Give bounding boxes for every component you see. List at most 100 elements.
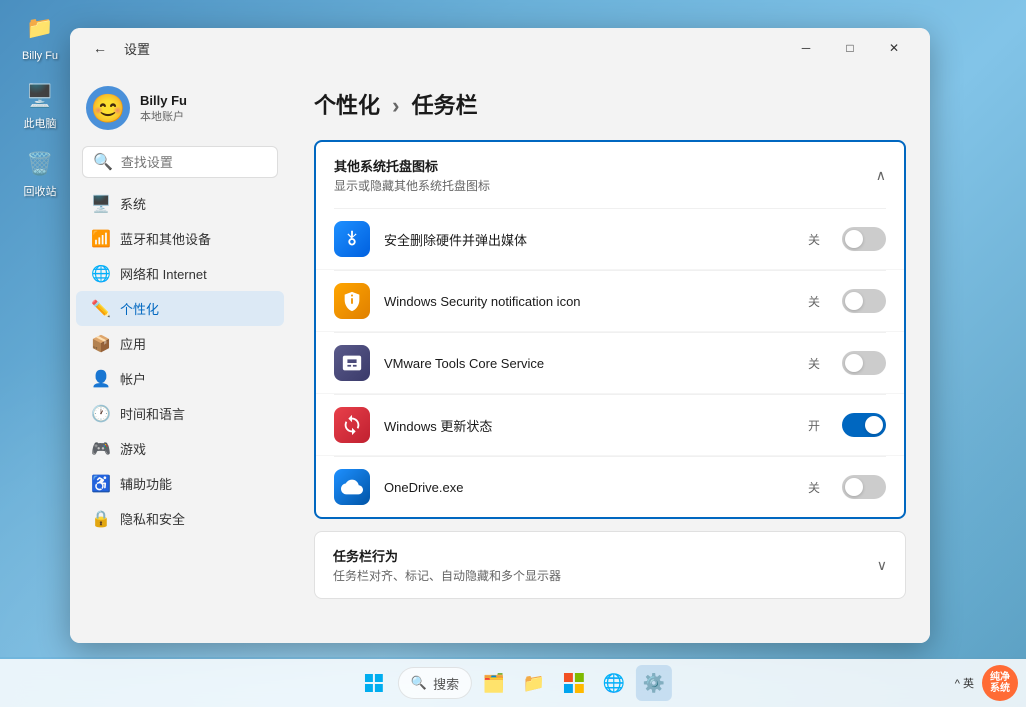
user-name: Billy Fu bbox=[140, 93, 187, 108]
taskbar-center: 🔍 搜索 🗂️ 📁 🌐 bbox=[354, 663, 672, 703]
desktop-icon-folder[interactable]: 📁 Billy Fu bbox=[10, 10, 70, 63]
security-status: 关 bbox=[808, 293, 820, 310]
usb-label: 安全删除硬件并弹出媒体 bbox=[384, 230, 794, 249]
edge-icon: 🌐 bbox=[603, 673, 625, 694]
security-slider bbox=[842, 289, 886, 313]
setting-row-vmware: VMware Tools Core Service 关 bbox=[316, 333, 904, 394]
sidebar-item-bluetooth[interactable]: 📶 蓝牙和其他设备 bbox=[76, 221, 284, 256]
system-icon: 🖥️ bbox=[92, 195, 110, 213]
vmware-label: VMware Tools Core Service bbox=[384, 356, 794, 371]
settings-body: 😊 Billy Fu 本地账户 🔍 🖥️ 系统 bbox=[70, 68, 930, 643]
onedrive-icon bbox=[334, 469, 370, 505]
usb-icon bbox=[334, 221, 370, 257]
vmware-slider bbox=[842, 351, 886, 375]
desktop-icon-recycle-label: 回收站 bbox=[24, 186, 57, 199]
onedrive-slider bbox=[842, 475, 886, 499]
start-button[interactable] bbox=[354, 663, 394, 703]
sidebar-item-system[interactable]: 🖥️ 系统 bbox=[76, 186, 284, 221]
sidebar-item-personalization-label: 个性化 bbox=[120, 299, 159, 318]
system-tray-card-header[interactable]: 其他系统托盘图标 显示或隐藏其他系统托盘图标 ∧ bbox=[316, 142, 904, 208]
usb-slider bbox=[842, 227, 886, 251]
accounts-icon: 👤 bbox=[92, 370, 110, 388]
breadcrumb-separator: › bbox=[392, 93, 399, 118]
avatar: 😊 bbox=[86, 86, 130, 130]
taskbar-search[interactable]: 🔍 搜索 bbox=[398, 667, 472, 699]
sidebar-item-gaming[interactable]: 🎮 游戏 bbox=[76, 431, 284, 466]
onedrive-label: OneDrive.exe bbox=[384, 480, 794, 495]
sidebar-item-accessibility[interactable]: ♿ 辅助功能 bbox=[76, 466, 284, 501]
taskbar-behavior-chevron: ∨ bbox=[877, 557, 887, 574]
setting-row-security: Windows Security notification icon 关 bbox=[316, 271, 904, 332]
taskbar-behavior-card: 任务栏行为 任务栏对齐、标记、自动隐藏和多个显示器 ∨ bbox=[314, 531, 906, 599]
search-text: 搜索 bbox=[433, 674, 459, 693]
settings-icon: ⚙️ bbox=[643, 673, 665, 694]
sidebar-item-accounts-label: 帐户 bbox=[120, 369, 146, 388]
desktop-icon-computer[interactable]: 🖥️ 此电脑 bbox=[10, 78, 70, 131]
corner-logo-text: 纯净系统 bbox=[990, 672, 1010, 694]
taskbar-folder[interactable]: 📁 bbox=[516, 665, 552, 701]
security-toggle[interactable] bbox=[842, 289, 886, 313]
taskbar-file-explorer[interactable]: 🗂️ bbox=[476, 665, 512, 701]
security-icon bbox=[334, 283, 370, 319]
search-icon: 🔍 bbox=[93, 152, 113, 172]
minimize-button[interactable]: ─ bbox=[786, 34, 826, 62]
taskbar-store[interactable] bbox=[556, 665, 592, 701]
nav-items: 🖥️ 系统 📶 蓝牙和其他设备 🌐 网络和 Internet ✏️ 个性化 bbox=[70, 186, 290, 536]
maximize-icon: □ bbox=[846, 41, 853, 55]
time-icon: 🕐 bbox=[92, 405, 110, 423]
update-toggle[interactable] bbox=[842, 413, 886, 437]
apps-icon: 📦 bbox=[92, 335, 110, 353]
sidebar-item-network-label: 网络和 Internet bbox=[120, 264, 207, 283]
system-tray-title: 其他系统托盘图标 bbox=[334, 156, 490, 175]
onedrive-toggle[interactable] bbox=[842, 475, 886, 499]
setting-row-update: Windows 更新状态 开 bbox=[316, 395, 904, 456]
taskbar-right: ^ 英 纯净系统 bbox=[955, 665, 1018, 701]
usb-toggle[interactable] bbox=[842, 227, 886, 251]
search-settings[interactable]: 🔍 bbox=[82, 146, 278, 178]
sidebar-item-time[interactable]: 🕐 时间和语言 bbox=[76, 396, 284, 431]
main-content: 个性化 › 任务栏 其他系统托盘图标 显示或隐藏其他系统托盘图标 ∧ bbox=[290, 68, 930, 643]
sidebar-item-accounts[interactable]: 👤 帐户 bbox=[76, 361, 284, 396]
system-tray-card: 其他系统托盘图标 显示或隐藏其他系统托盘图标 ∧ 安全删除硬件 bbox=[314, 140, 906, 519]
desktop-icon-recycle[interactable]: 🗑️ 回收站 bbox=[10, 146, 70, 199]
taskbar-settings[interactable]: ⚙️ bbox=[636, 665, 672, 701]
taskbar-behavior-header[interactable]: 任务栏行为 任务栏对齐、标记、自动隐藏和多个显示器 ∨ bbox=[315, 532, 905, 598]
taskbar-behavior-subtitle: 任务栏对齐、标记、自动隐藏和多个显示器 bbox=[333, 567, 561, 584]
bluetooth-icon: 📶 bbox=[92, 230, 110, 248]
close-button[interactable]: ✕ bbox=[874, 34, 914, 62]
recycle-icon: 🗑️ bbox=[22, 146, 58, 182]
update-status: 开 bbox=[808, 417, 820, 434]
breadcrumb-current: 任务栏 bbox=[412, 93, 478, 118]
user-profile[interactable]: 😊 Billy Fu 本地账户 bbox=[70, 76, 290, 146]
back-button[interactable]: ← bbox=[86, 34, 114, 62]
computer-icon: 🖥️ bbox=[22, 78, 58, 114]
taskbar-edge[interactable]: 🌐 bbox=[596, 665, 632, 701]
vmware-status: 关 bbox=[808, 355, 820, 372]
sidebar-item-apps-label: 应用 bbox=[120, 334, 146, 353]
title-bar: ← 设置 ─ □ ✕ bbox=[70, 28, 930, 68]
taskbar: 🔍 搜索 🗂️ 📁 🌐 bbox=[0, 659, 1026, 707]
network-icon: 🌐 bbox=[92, 265, 110, 283]
sidebar: 😊 Billy Fu 本地账户 🔍 🖥️ 系统 bbox=[70, 68, 290, 643]
sidebar-item-bluetooth-label: 蓝牙和其他设备 bbox=[120, 229, 211, 248]
maximize-button[interactable]: □ bbox=[830, 34, 870, 62]
folder-icon: 📁 bbox=[22, 10, 58, 46]
taskbar-behavior-left: 任务栏行为 任务栏对齐、标记、自动隐藏和多个显示器 bbox=[333, 546, 561, 584]
close-icon: ✕ bbox=[889, 41, 899, 55]
sidebar-item-network[interactable]: 🌐 网络和 Internet bbox=[76, 256, 284, 291]
privacy-icon: 🔒 bbox=[92, 510, 110, 528]
vmware-toggle[interactable] bbox=[842, 351, 886, 375]
minimize-icon: ─ bbox=[802, 41, 811, 55]
breadcrumb-parent: 个性化 bbox=[314, 93, 380, 118]
desktop-icons: 📁 Billy Fu 🖥️ 此电脑 🗑️ 回收站 bbox=[10, 10, 70, 200]
corner-logo[interactable]: 纯净系统 bbox=[982, 665, 1018, 701]
user-subtitle: 本地账户 bbox=[140, 108, 187, 124]
search-input[interactable] bbox=[121, 155, 290, 170]
sidebar-item-accessibility-label: 辅助功能 bbox=[120, 474, 172, 493]
search-icon: 🔍 bbox=[411, 675, 427, 691]
sidebar-item-personalization[interactable]: ✏️ 个性化 bbox=[76, 291, 284, 326]
sys-tray[interactable]: ^ 英 bbox=[955, 675, 974, 691]
sidebar-item-privacy[interactable]: 🔒 隐私和安全 bbox=[76, 501, 284, 536]
update-label: Windows 更新状态 bbox=[384, 416, 794, 435]
sidebar-item-apps[interactable]: 📦 应用 bbox=[76, 326, 284, 361]
